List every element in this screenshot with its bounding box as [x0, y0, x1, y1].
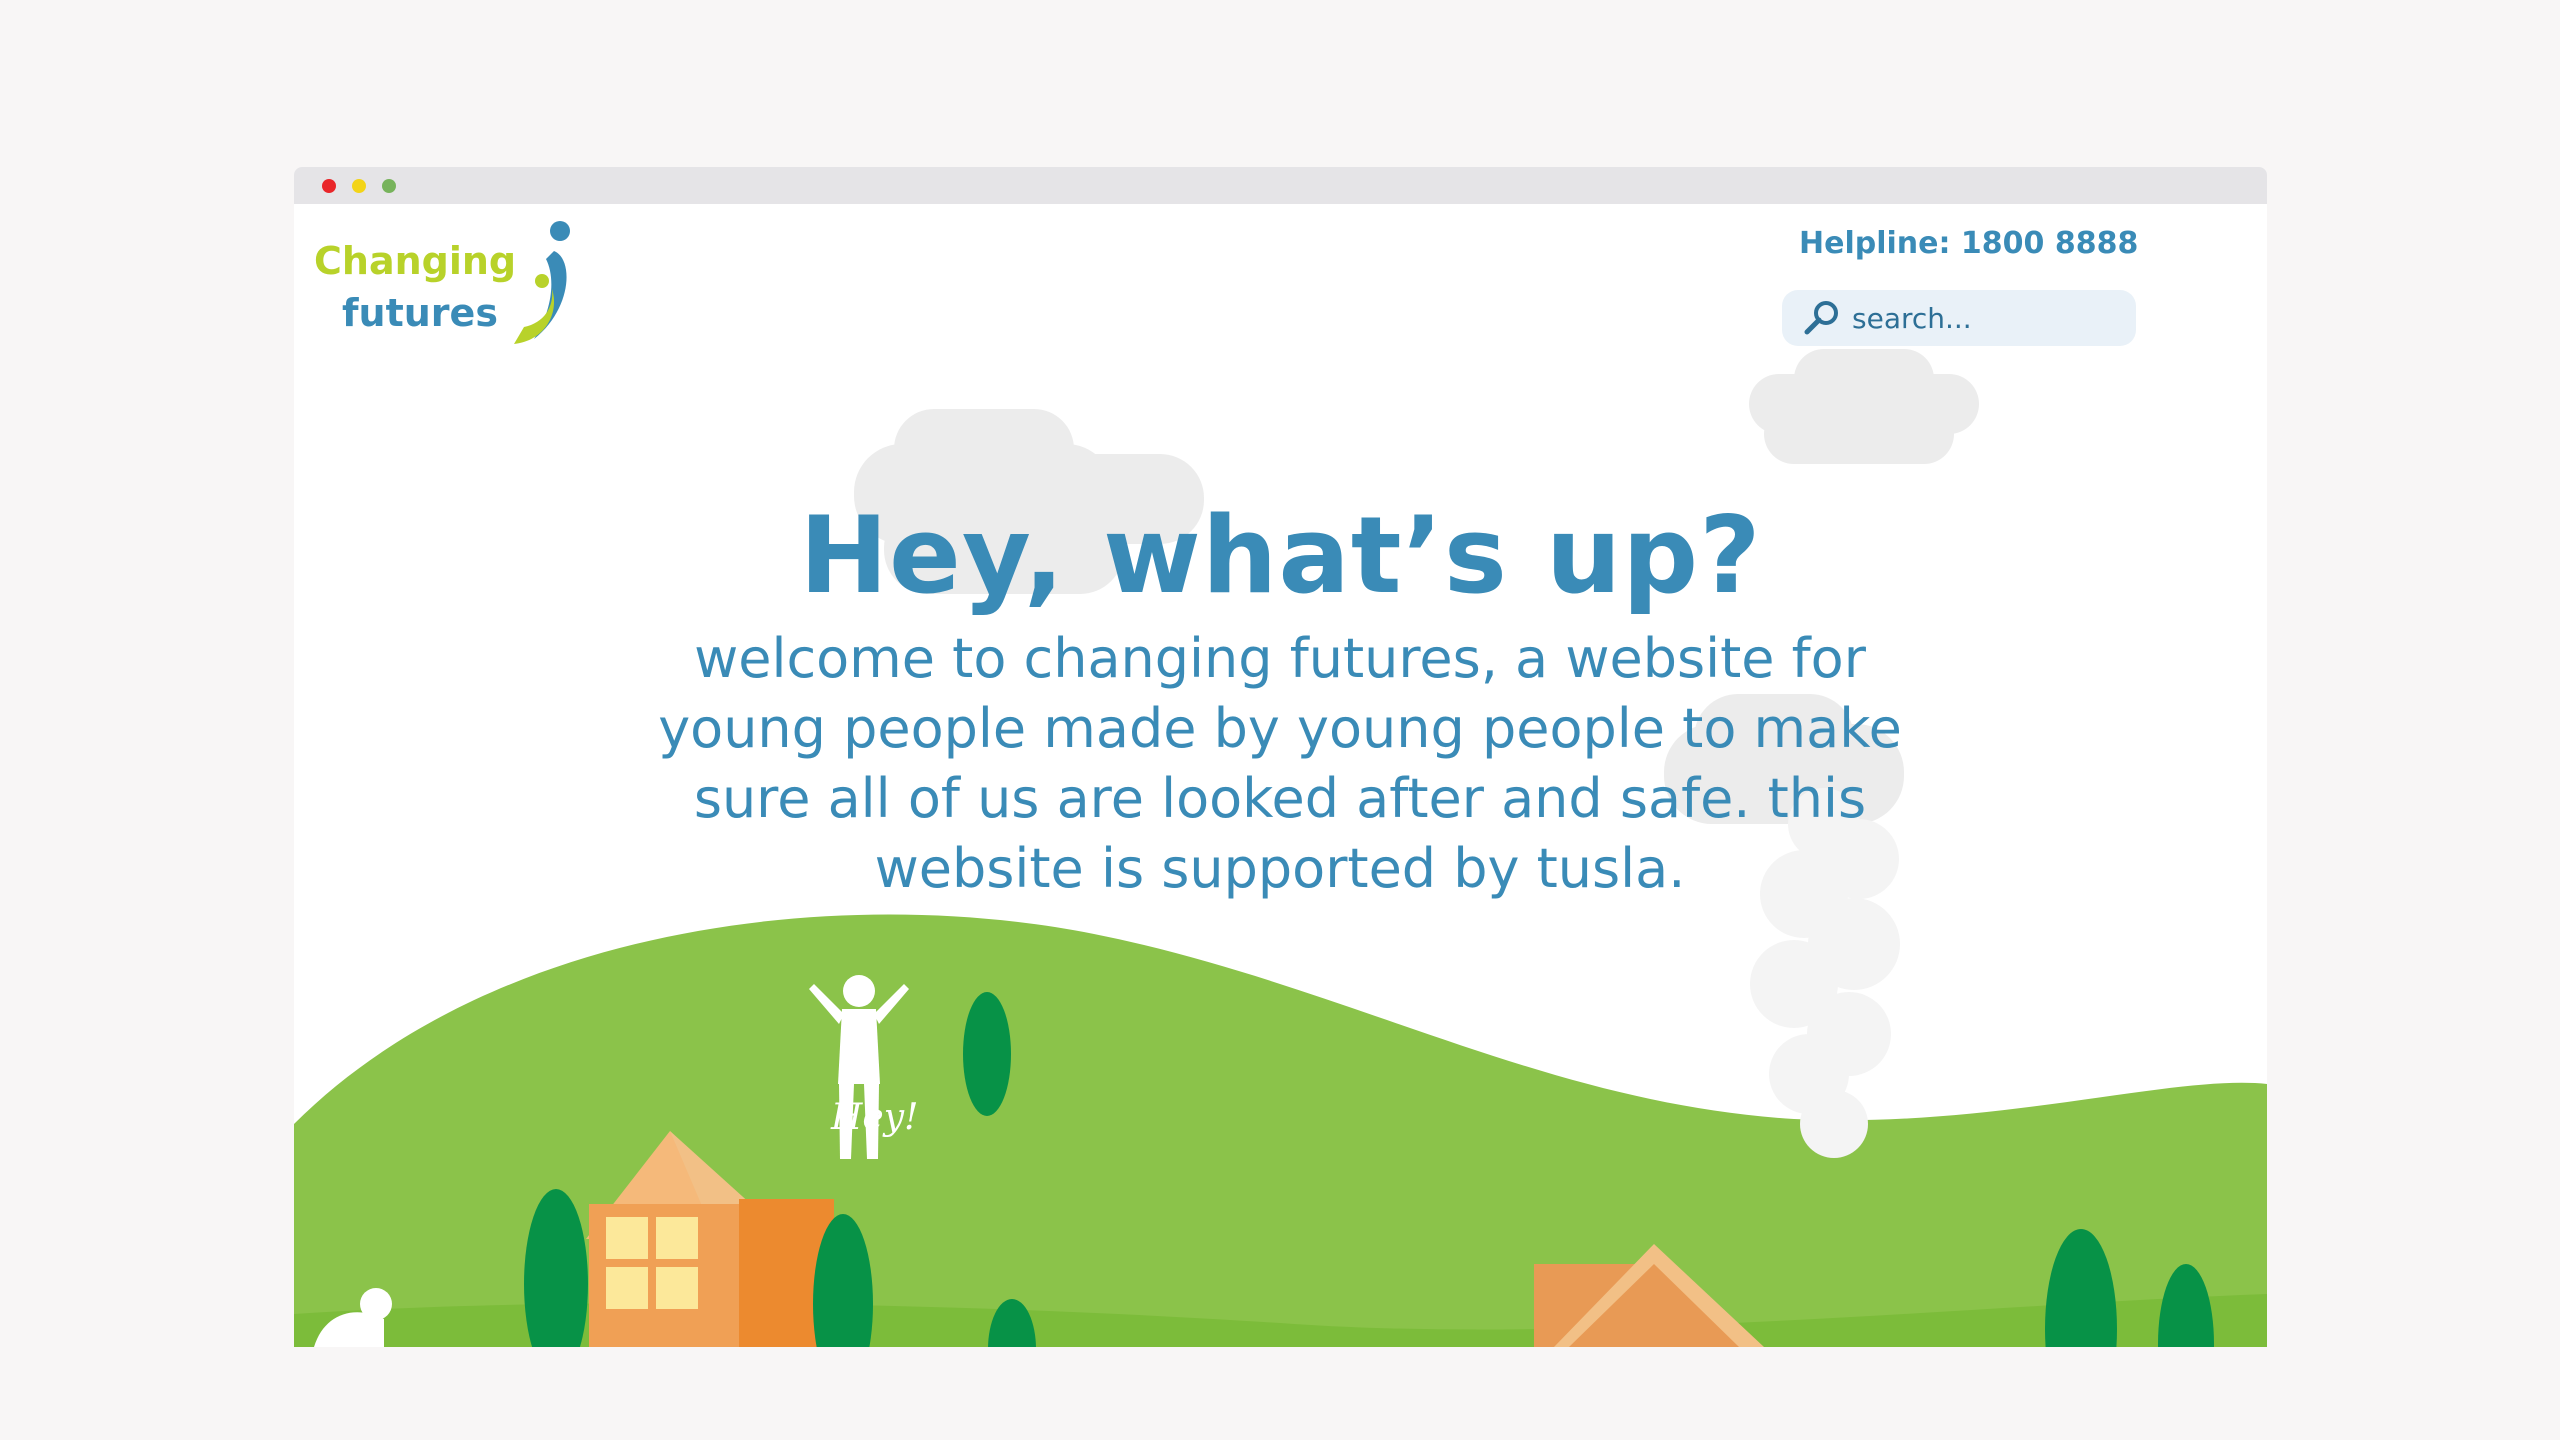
hey-speech: Hey! [831, 1097, 919, 1138]
maximize-window-button[interactable] [382, 179, 396, 193]
hero-description: welcome to changing futures, a website f… [658, 627, 1902, 900]
helpline-text: Helpline: 1800 8888 [1799, 226, 2139, 261]
browser-window: Hey! Changing futures Helpline: 1800 888… [294, 167, 2267, 1347]
close-window-button[interactable] [322, 179, 336, 193]
logo-text-changing: Changing [314, 239, 517, 283]
window-titlebar [294, 167, 2267, 204]
cloud-right [1749, 349, 1979, 464]
search-icon [1804, 301, 1838, 335]
page-content: Hey! Changing futures Helpline: 1800 888… [294, 204, 2267, 1347]
logo-text-futures: futures [342, 291, 498, 335]
logo-figure-icon [514, 221, 570, 344]
search-box[interactable] [1782, 290, 2136, 346]
changing-futures-logo[interactable]: Changing futures [314, 219, 570, 349]
minimize-window-button[interactable] [352, 179, 366, 193]
hero-title: Hey, what’s up? [799, 494, 1762, 617]
search-input[interactable] [1850, 300, 2134, 336]
